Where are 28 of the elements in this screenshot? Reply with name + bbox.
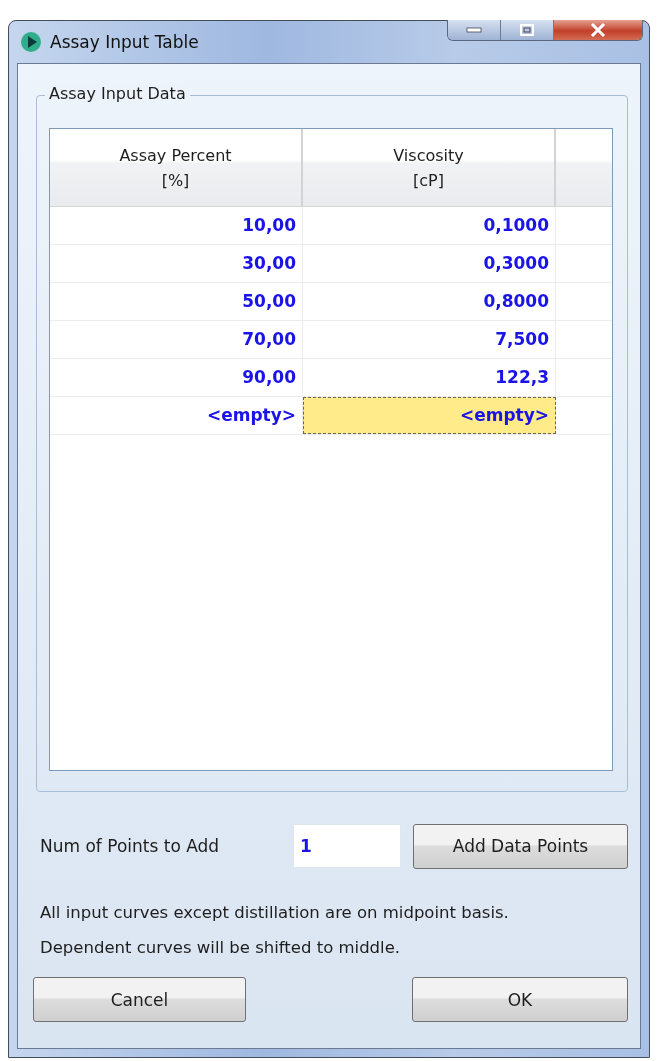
maximize-icon <box>520 24 534 36</box>
close-button[interactable] <box>554 20 642 40</box>
table-cell[interactable]: 50,00 <box>50 283 303 320</box>
window-title: Assay Input Table <box>50 32 199 52</box>
cancel-button[interactable]: Cancel <box>33 977 246 1022</box>
minimize-icon <box>466 26 482 34</box>
points-label: Num of Points to Add <box>40 836 221 856</box>
table-cell[interactable]: 0,8000 <box>303 283 556 320</box>
table-cell[interactable]: 122,3 <box>303 359 556 396</box>
close-icon <box>590 23 606 37</box>
add-data-points-button[interactable]: Add Data Points <box>413 823 628 869</box>
table-cell[interactable]: 7,500 <box>303 321 556 358</box>
maximize-button[interactable] <box>501 20 554 40</box>
table-cell[interactable]: 30,00 <box>50 245 303 282</box>
column-header[interactable]: Viscosity [cP] <box>303 129 556 206</box>
minimize-button[interactable] <box>448 20 501 40</box>
table-cell[interactable]: 70,00 <box>50 321 303 358</box>
table-cell[interactable]: 10,00 <box>50 207 303 244</box>
group-title: Assay Input Data <box>45 84 190 103</box>
play-icon <box>20 31 42 53</box>
ok-button[interactable]: OK <box>412 977 628 1022</box>
table-cell[interactable]: 0,3000 <box>303 245 556 282</box>
table-cell[interactable]: 0,1000 <box>303 207 556 244</box>
table-cell[interactable]: 90,00 <box>50 359 303 396</box>
column-header[interactable]: Assay Percent [%] <box>50 129 303 206</box>
table-cell[interactable]: <empty> <box>303 397 556 434</box>
points-input[interactable]: 1 <box>293 824 401 868</box>
note-text: All input curves except distillation are on midpoint basis. Dependent curves will be shifted to middle. <box>40 902 510 959</box>
